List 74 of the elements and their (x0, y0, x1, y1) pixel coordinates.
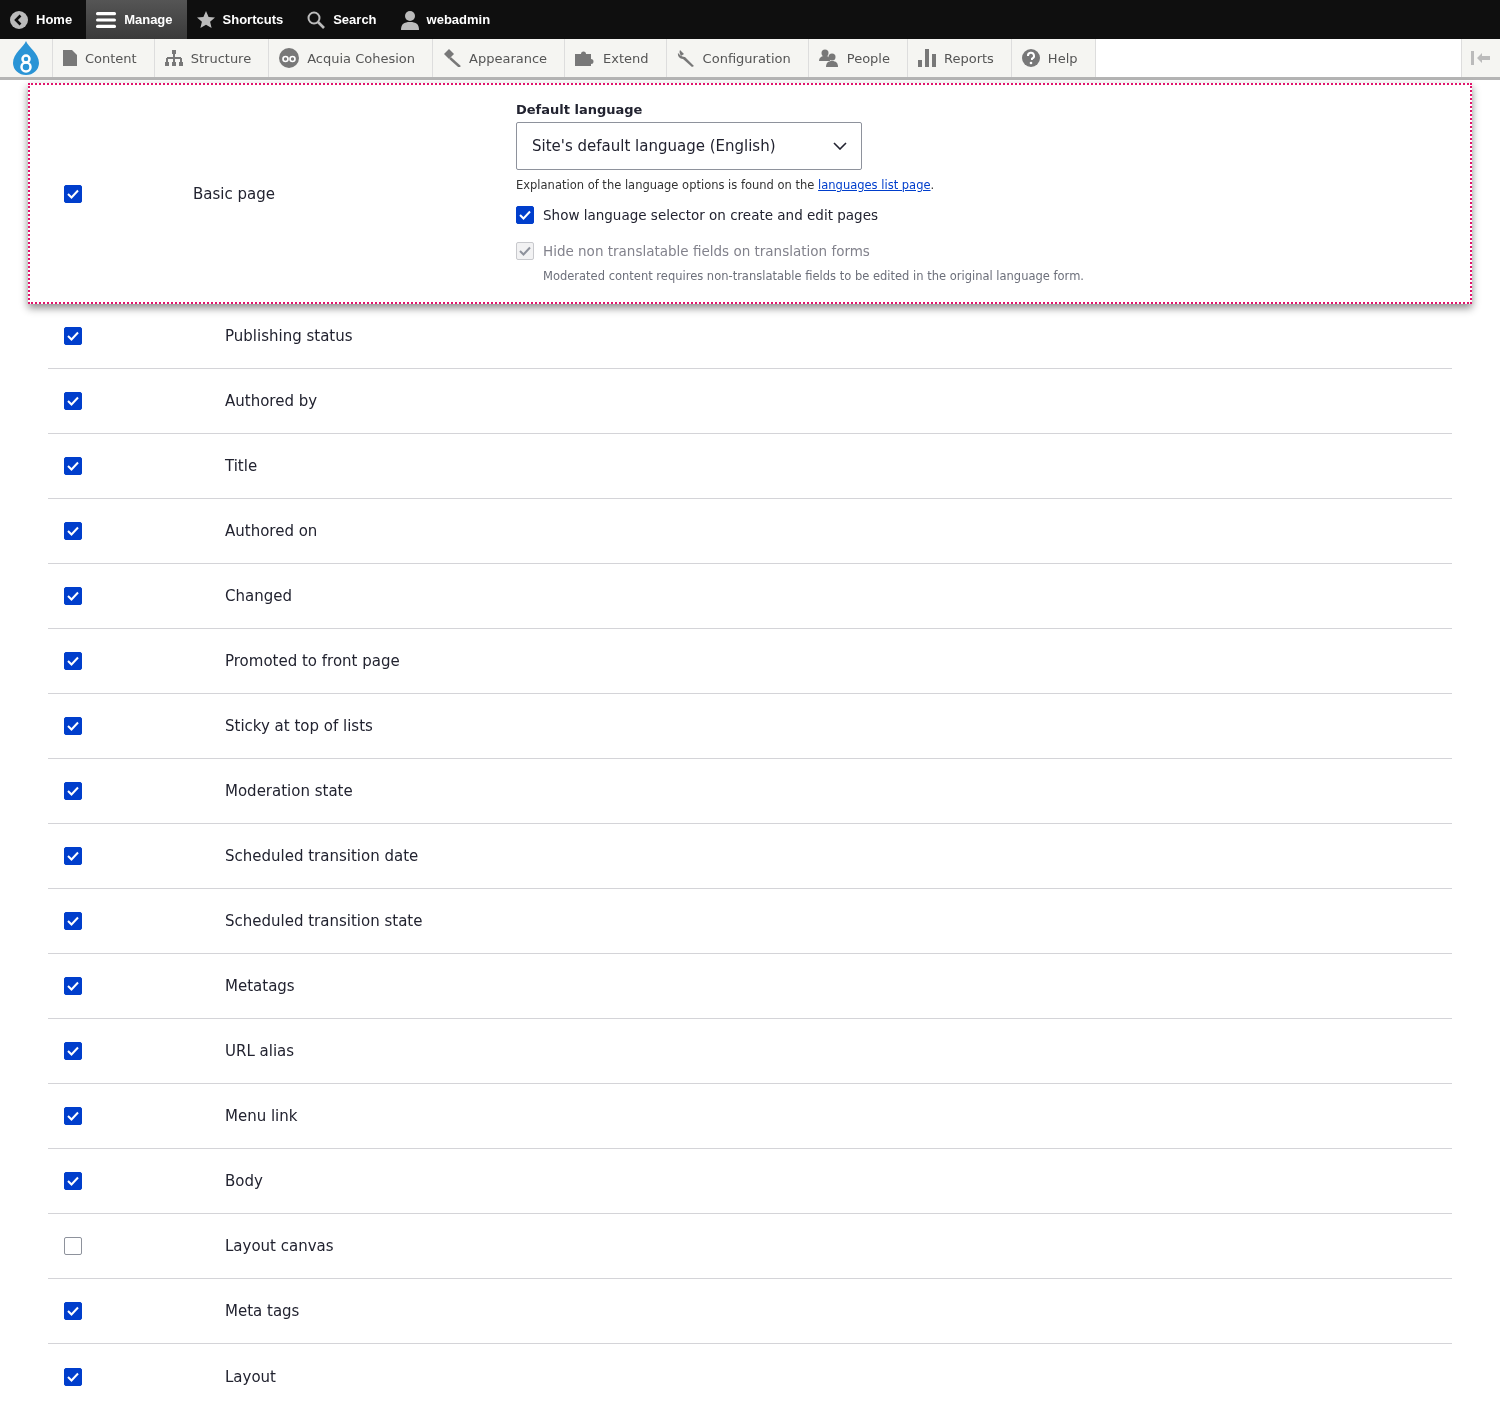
checkbox[interactable] (64, 1367, 82, 1386)
wrench-icon (676, 49, 695, 67)
checkbox[interactable] (64, 1042, 82, 1060)
star-icon (196, 10, 215, 29)
checkbox[interactable] (516, 206, 534, 224)
content-type-label: Basic page (193, 184, 275, 203)
checkbox[interactable] (64, 327, 82, 345)
user-icon (400, 9, 419, 30)
bar-chart-icon (918, 49, 936, 67)
people-icon (818, 49, 839, 67)
checkbox[interactable] (64, 184, 82, 203)
field-label: Default language (516, 102, 643, 117)
menu-item[interactable]: Structure (154, 39, 270, 77)
drop-logo-icon[interactable] (11, 41, 41, 75)
checkbox[interactable] (64, 782, 82, 800)
field-description: Explanation of the language options is found on the languages list page. (516, 178, 936, 192)
checkbox[interactable] (64, 847, 82, 865)
field-name: Changed (225, 587, 292, 605)
toolbar-tab[interactable]: Home (0, 0, 87, 39)
menu-item[interactable]: Content (53, 39, 155, 77)
field-name: Scheduled transition state (225, 912, 423, 930)
menu-item[interactable]: Reports (908, 39, 1012, 77)
field-name: Menu link (225, 1107, 298, 1125)
field-name: Sticky at top of lists (225, 717, 373, 735)
checkbox[interactable] (64, 1237, 82, 1255)
cohesion-icon (279, 48, 300, 68)
menu-item[interactable]: Extend (565, 39, 667, 77)
hammer-icon (443, 49, 462, 67)
option-label: Hide non translatable fields on translation forms (543, 243, 870, 259)
checkbox[interactable] (64, 1107, 82, 1125)
document-icon (63, 50, 77, 66)
menu-item[interactable]: Appearance (433, 39, 566, 77)
toolbar-tab[interactable]: Shortcuts (186, 0, 298, 39)
checkbox[interactable] (64, 1172, 82, 1190)
field-name: Moderation state (225, 782, 353, 800)
field-name: Authored by (225, 392, 318, 410)
checkbox[interactable] (64, 522, 82, 540)
menu-item[interactable]: Configuration (666, 39, 809, 77)
toolbar-tab[interactable]: webadmin (390, 0, 505, 39)
field-name: URL alias (225, 1042, 295, 1060)
menu-item[interactable]: People (808, 39, 908, 77)
toolbar-tab[interactable]: Manage (86, 0, 187, 39)
language-dropdown[interactable]: Site's default language (English) (516, 122, 862, 170)
field-name: Authored on (225, 522, 318, 540)
field-name: Meta tags (225, 1302, 300, 1320)
checkbox[interactable] (64, 652, 82, 670)
field-name: Title (225, 457, 258, 475)
checkbox[interactable] (64, 587, 82, 605)
field-name: Body (225, 1172, 263, 1190)
menu-item[interactable]: Acquia Cohesion (269, 39, 434, 77)
chevron-down-icon (833, 142, 847, 150)
menu-item[interactable]: Help (1011, 39, 1096, 77)
checkbox[interactable] (64, 717, 82, 735)
checkbox[interactable] (64, 457, 82, 475)
option-label: Show language selector on create and edit pages (543, 207, 878, 223)
checkbox[interactable] (64, 392, 82, 410)
help-icon (1021, 49, 1040, 67)
field-name: Layout canvas (225, 1237, 334, 1255)
toolbar-tab[interactable]: Search (297, 0, 391, 39)
menu-icon (96, 10, 117, 29)
languages-list-link[interactable]: languages list page (818, 178, 931, 192)
search-icon (307, 10, 326, 29)
field-name: Publishing status (225, 327, 353, 345)
field-name: Scheduled transition date (225, 847, 419, 865)
checkbox[interactable] (64, 912, 82, 930)
back-icon (10, 10, 28, 29)
puzzle-icon (575, 50, 596, 66)
checkbox[interactable] (64, 977, 82, 995)
checkbox[interactable] (64, 1302, 82, 1320)
option-description: Moderated content requires non-translatable fields to be edited in the original language form. (543, 269, 1084, 283)
hierarchy-icon (164, 50, 183, 66)
field-name: Layout (225, 1367, 276, 1386)
field-name: Metatags (225, 977, 295, 995)
field-name: Promoted to front page (225, 652, 400, 670)
